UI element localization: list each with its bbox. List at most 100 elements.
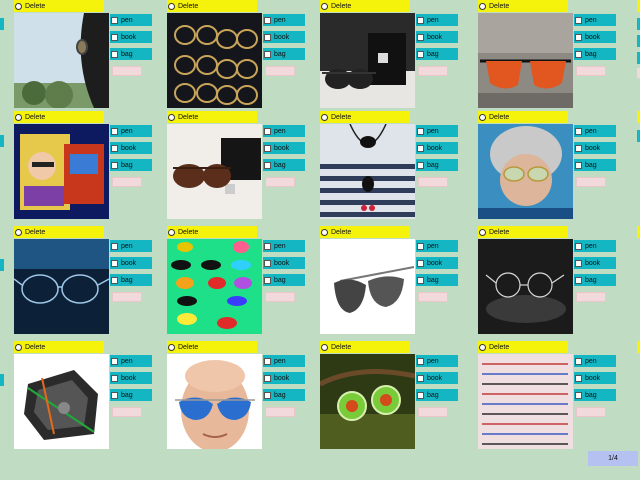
- tag-bag-checkbox[interactable]: bag: [574, 159, 616, 171]
- tag-pen-checkbox[interactable]: pen: [263, 355, 305, 367]
- tag-bag-checkbox[interactable]: bag: [263, 389, 305, 401]
- tag-pen-checkbox[interactable]: pen: [263, 240, 305, 252]
- delete-button[interactable]: Delete: [167, 226, 257, 238]
- tag-pen-checkbox[interactable]: pen: [263, 14, 305, 26]
- checkbox-icon[interactable]: [111, 276, 118, 284]
- checkbox-icon[interactable]: [417, 161, 424, 169]
- checkbox-icon[interactable]: [575, 33, 582, 41]
- checkbox-icon[interactable]: [417, 391, 424, 399]
- checkbox-icon[interactable]: [111, 242, 118, 250]
- note-field[interactable]: [112, 292, 142, 302]
- delete-button[interactable]: Delete: [478, 111, 568, 123]
- delete-button[interactable]: Delete: [14, 0, 104, 12]
- radio-icon[interactable]: [479, 2, 486, 10]
- checkbox-icon[interactable]: [575, 374, 582, 382]
- tag-pen-checkbox[interactable]: pen: [110, 355, 152, 367]
- tag-book-checkbox[interactable]: book: [416, 372, 458, 384]
- note-field[interactable]: [265, 66, 295, 76]
- radio-icon[interactable]: [15, 113, 22, 121]
- radio-icon[interactable]: [15, 228, 22, 236]
- tag-book-checkbox[interactable]: book: [574, 372, 616, 384]
- checkbox-icon[interactable]: [264, 357, 271, 365]
- tag-book-checkbox[interactable]: book: [263, 257, 305, 269]
- radio-icon[interactable]: [15, 2, 22, 10]
- tag-bag-checkbox[interactable]: bag: [416, 389, 458, 401]
- checkbox-icon[interactable]: [575, 16, 582, 24]
- tag-bag-checkbox[interactable]: bag: [263, 159, 305, 171]
- note-field[interactable]: [576, 177, 606, 187]
- tag-pen-checkbox[interactable]: pen: [574, 125, 616, 137]
- tag-book-checkbox[interactable]: book: [416, 257, 458, 269]
- tag-bag-checkbox[interactable]: bag: [110, 389, 152, 401]
- radio-icon[interactable]: [168, 2, 175, 10]
- checkbox-icon[interactable]: [417, 259, 424, 267]
- checkbox-icon[interactable]: [417, 33, 424, 41]
- checkbox-icon[interactable]: [575, 242, 582, 250]
- tag-pen-checkbox[interactable]: pen: [110, 240, 152, 252]
- checkbox-icon[interactable]: [417, 357, 424, 365]
- delete-button[interactable]: Delete: [478, 226, 568, 238]
- tag-book-checkbox[interactable]: book: [110, 372, 152, 384]
- checkbox-icon[interactable]: [111, 161, 118, 169]
- delete-button[interactable]: Delete: [167, 0, 257, 12]
- checkbox-icon[interactable]: [417, 242, 424, 250]
- checkbox-icon[interactable]: [575, 127, 582, 135]
- note-field[interactable]: [576, 66, 606, 76]
- tag-pen-checkbox[interactable]: pen: [263, 125, 305, 137]
- radio-icon[interactable]: [321, 2, 328, 10]
- checkbox-icon[interactable]: [417, 16, 424, 24]
- note-field[interactable]: [418, 292, 448, 302]
- checkbox-icon[interactable]: [417, 127, 424, 135]
- tag-pen-checkbox[interactable]: pen: [574, 240, 616, 252]
- tag-bag-checkbox[interactable]: bag: [263, 274, 305, 286]
- tag-bag-checkbox[interactable]: bag: [110, 159, 152, 171]
- radio-icon[interactable]: [321, 228, 328, 236]
- tag-bag-checkbox[interactable]: bag: [416, 274, 458, 286]
- checkbox-icon[interactable]: [264, 16, 271, 24]
- tag-pen-checkbox[interactable]: pen: [416, 240, 458, 252]
- tag-pen-checkbox[interactable]: pen: [110, 14, 152, 26]
- checkbox-icon[interactable]: [264, 33, 271, 41]
- tag-book-checkbox[interactable]: book: [110, 257, 152, 269]
- checkbox-icon[interactable]: [111, 374, 118, 382]
- tag-pen-checkbox[interactable]: pen: [574, 14, 616, 26]
- tag-book-checkbox[interactable]: book: [263, 372, 305, 384]
- note-field[interactable]: [265, 407, 295, 417]
- checkbox-icon[interactable]: [417, 276, 424, 284]
- radio-icon[interactable]: [321, 343, 328, 351]
- delete-button[interactable]: Delete: [478, 0, 568, 12]
- tag-bag-checkbox[interactable]: bag: [574, 274, 616, 286]
- tag-book-checkbox[interactable]: book: [574, 257, 616, 269]
- tag-bag-checkbox[interactable]: bag: [263, 48, 305, 60]
- radio-icon[interactable]: [15, 343, 22, 351]
- tag-pen-checkbox[interactable]: pen: [416, 14, 458, 26]
- tag-bag-checkbox[interactable]: bag: [574, 389, 616, 401]
- tag-book-checkbox[interactable]: book: [574, 142, 616, 154]
- delete-button[interactable]: Delete: [320, 0, 410, 12]
- checkbox-icon[interactable]: [575, 50, 582, 58]
- checkbox-icon[interactable]: [575, 391, 582, 399]
- checkbox-icon[interactable]: [575, 144, 582, 152]
- note-field[interactable]: [576, 292, 606, 302]
- note-field[interactable]: [112, 407, 142, 417]
- checkbox-icon[interactable]: [264, 374, 271, 382]
- note-field[interactable]: [112, 177, 142, 187]
- checkbox-icon[interactable]: [264, 242, 271, 250]
- tag-book-checkbox[interactable]: book: [416, 31, 458, 43]
- delete-button[interactable]: Delete: [14, 226, 104, 238]
- tag-bag-checkbox[interactable]: bag: [416, 159, 458, 171]
- delete-button[interactable]: Delete: [320, 226, 410, 238]
- tag-pen-checkbox[interactable]: pen: [416, 125, 458, 137]
- tag-bag-checkbox[interactable]: bag: [110, 48, 152, 60]
- checkbox-icon[interactable]: [264, 161, 271, 169]
- delete-button[interactable]: Delete: [478, 341, 568, 353]
- checkbox-icon[interactable]: [264, 144, 271, 152]
- checkbox-icon[interactable]: [575, 276, 582, 284]
- checkbox-icon[interactable]: [111, 127, 118, 135]
- tag-book-checkbox[interactable]: book: [110, 31, 152, 43]
- delete-button[interactable]: Delete: [320, 111, 410, 123]
- tag-book-checkbox[interactable]: book: [110, 142, 152, 154]
- radio-icon[interactable]: [321, 113, 328, 121]
- checkbox-icon[interactable]: [111, 50, 118, 58]
- checkbox-icon[interactable]: [264, 259, 271, 267]
